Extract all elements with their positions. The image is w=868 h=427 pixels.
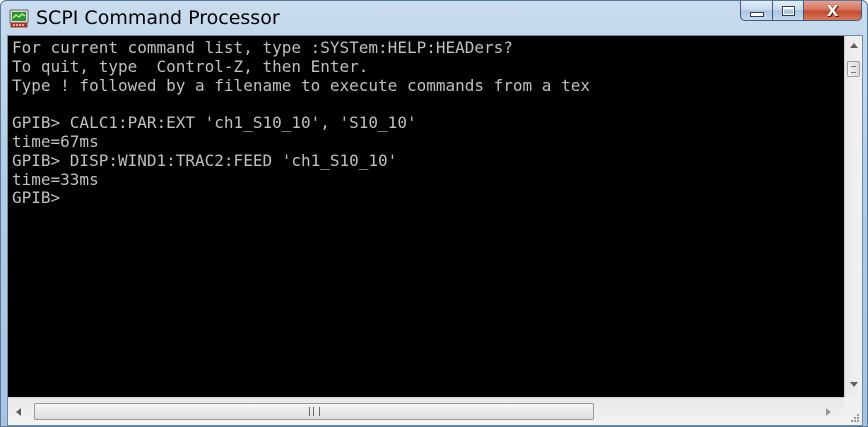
vertical-scroll-thumb[interactable] [847, 61, 860, 77]
console-output[interactable]: For current command list, type :SYSTem:H… [8, 36, 844, 397]
console-line: time=67ms [12, 131, 99, 151]
horizontal-scroll-thumb[interactable] [34, 403, 594, 420]
scroll-right-arrow-icon[interactable] [826, 408, 831, 416]
scroll-grip-icon [309, 407, 320, 416]
vertical-scrollbar[interactable] [844, 36, 862, 397]
console-lines: For current command list, type :SYSTem:H… [12, 38, 590, 208]
console-line: GPIB> DISP:WIND1:TRAC2:FEED 'ch1_S10_10' [12, 150, 398, 170]
console-prompt-line[interactable]: GPIB> [12, 189, 590, 208]
console-line: To quit, type Control-Z, then Enter. [12, 56, 369, 76]
console-line: time=33ms [12, 169, 99, 189]
scroll-left-arrow-icon[interactable] [16, 408, 21, 416]
console-line: For current command list, type :SYSTem:H… [12, 38, 513, 57]
window-title: SCPI Command Processor [36, 7, 280, 29]
scpi-app-icon [9, 9, 29, 28]
scroll-down-arrow-icon[interactable] [850, 382, 858, 387]
resize-grip-icon[interactable] [850, 413, 860, 423]
minimize-icon [749, 12, 764, 17]
console-line: Type ! followed by a filename to execute… [12, 75, 590, 95]
minimize-button[interactable] [740, 1, 773, 21]
close-icon: X [826, 1, 839, 20]
maximize-button[interactable] [773, 1, 804, 21]
caption-buttons: X [740, 1, 862, 23]
console-line: GPIB> CALC1:PAR:EXT 'ch1_S10_10', 'S10_1… [12, 113, 417, 133]
maximize-icon [781, 5, 795, 16]
scrollbar-corner [844, 397, 862, 425]
console-client-area: For current command list, type :SYSTem:H… [7, 35, 863, 426]
close-button[interactable]: X [804, 1, 862, 21]
title-bar[interactable]: SCPI Command Processor X [1, 1, 867, 35]
console-window: SCPI Command Processor X For current com… [0, 0, 868, 427]
horizontal-scrollbar[interactable] [8, 397, 844, 425]
scroll-up-arrow-icon[interactable] [850, 43, 858, 48]
